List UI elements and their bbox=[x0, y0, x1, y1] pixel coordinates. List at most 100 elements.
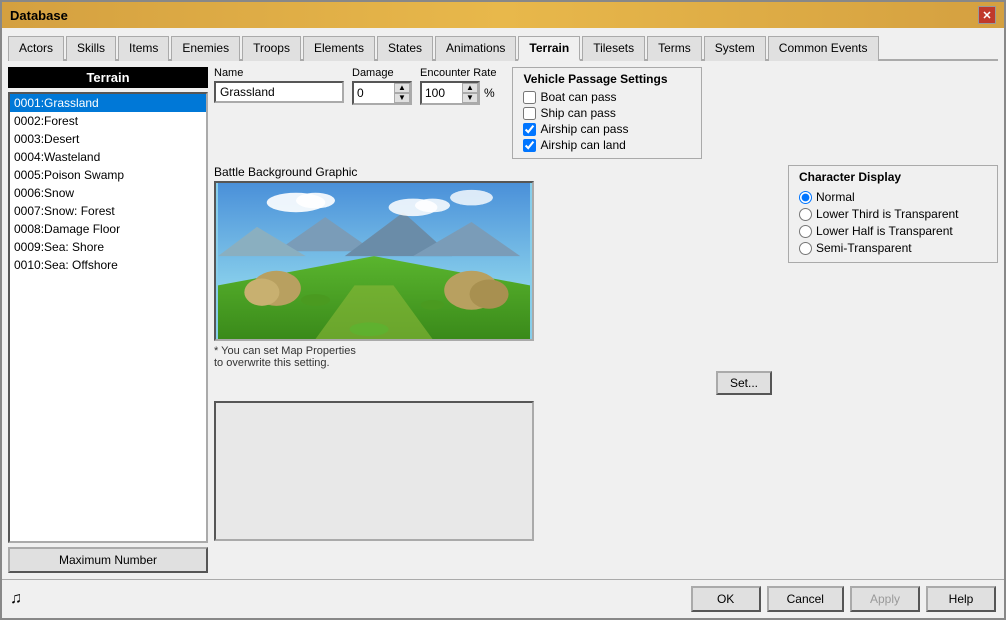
tab-items[interactable]: Items bbox=[118, 36, 169, 61]
right-panel: Name Damage ▲ ▼ bbox=[214, 67, 998, 573]
tab-common-events[interactable]: Common Events bbox=[768, 36, 879, 61]
ok-button[interactable]: OK bbox=[691, 586, 761, 612]
list-item[interactable]: 0007:Snow: Forest bbox=[10, 202, 206, 220]
radio-lower-third[interactable] bbox=[799, 208, 812, 221]
encounter-rate-row: ▲ ▼ % bbox=[420, 81, 496, 105]
encounter-rate-suffix: % bbox=[484, 86, 495, 100]
radio-lower-third-row: Lower Third is Transparent bbox=[799, 207, 987, 221]
radio-lower-half-row: Lower Half is Transparent bbox=[799, 224, 987, 238]
airship-can-pass-checkbox[interactable] bbox=[523, 123, 536, 136]
character-display-section: Character Display Normal Lower Third is … bbox=[788, 165, 998, 263]
name-group: Name bbox=[214, 67, 344, 103]
encounter-rate-input[interactable] bbox=[422, 85, 462, 101]
boat-can-pass-row: Boat can pass bbox=[523, 90, 691, 104]
radio-normal[interactable] bbox=[799, 191, 812, 204]
list-item[interactable]: 0003:Desert bbox=[10, 130, 206, 148]
radio-semi-transparent[interactable] bbox=[799, 242, 812, 255]
middle-section: Battle Background Graphic bbox=[214, 165, 998, 541]
vehicle-passage-section: Vehicle Passage Settings Boat can pass S… bbox=[512, 67, 702, 159]
battle-background-image[interactable] bbox=[214, 181, 534, 341]
name-label: Name bbox=[214, 67, 344, 79]
battle-background-hint: * You can set Map Propertiesto overwrite… bbox=[214, 345, 772, 369]
list-item[interactable]: 0004:Wasteland bbox=[10, 148, 206, 166]
bottom-bar: ♫ OK Cancel Apply Help bbox=[2, 579, 1004, 618]
damage-input[interactable] bbox=[354, 85, 394, 101]
encounter-rate-spinner: ▲ ▼ bbox=[420, 81, 480, 105]
airship-can-land-checkbox[interactable] bbox=[523, 139, 536, 152]
damage-label: Damage bbox=[352, 67, 412, 79]
damage-up-button[interactable]: ▲ bbox=[394, 83, 410, 93]
set-button[interactable]: Set... bbox=[716, 371, 772, 395]
radio-semi-transparent-label: Semi-Transparent bbox=[816, 241, 912, 255]
list-item[interactable]: 0002:Forest bbox=[10, 112, 206, 130]
list-item[interactable]: 0009:Sea: Shore bbox=[10, 238, 206, 256]
character-display-title: Character Display bbox=[799, 170, 987, 184]
tab-troops[interactable]: Troops bbox=[242, 36, 301, 61]
tab-elements[interactable]: Elements bbox=[303, 36, 375, 61]
boat-can-pass-label: Boat can pass bbox=[540, 90, 616, 104]
damage-spinner-buttons: ▲ ▼ bbox=[394, 83, 410, 103]
help-label: Help bbox=[949, 592, 974, 606]
encounter-rate-label: Encounter Rate bbox=[420, 67, 496, 79]
encounter-group: Encounter Rate ▲ ▼ % bbox=[420, 67, 496, 105]
cancel-label: Cancel bbox=[787, 592, 824, 606]
damage-group: Damage ▲ ▼ bbox=[352, 67, 412, 105]
airship-can-land-row: Airship can land bbox=[523, 138, 691, 152]
window-title: Database bbox=[10, 8, 68, 23]
music-icon-area: ♫ bbox=[10, 590, 22, 608]
tab-skills[interactable]: Skills bbox=[66, 36, 116, 61]
title-bar: Database ✕ bbox=[2, 2, 1004, 28]
top-section: Name Damage ▲ ▼ bbox=[214, 67, 998, 159]
close-button[interactable]: ✕ bbox=[978, 6, 996, 24]
airship-can-pass-label: Airship can pass bbox=[540, 122, 628, 136]
airship-can-pass-row: Airship can pass bbox=[523, 122, 691, 136]
radio-lower-half-label: Lower Half is Transparent bbox=[816, 224, 953, 238]
music-icon: ♫ bbox=[10, 590, 22, 607]
main-area: Terrain 0001:Grassland 0002:Forest 0003:… bbox=[8, 67, 998, 573]
boat-can-pass-checkbox[interactable] bbox=[523, 91, 536, 104]
tab-terms[interactable]: Terms bbox=[647, 36, 702, 61]
tab-actors[interactable]: Actors bbox=[8, 36, 64, 61]
left-panel: Terrain 0001:Grassland 0002:Forest 0003:… bbox=[8, 67, 208, 573]
battle-background-label: Battle Background Graphic bbox=[214, 165, 772, 179]
airship-can-land-label: Airship can land bbox=[540, 138, 625, 152]
damage-spinner: ▲ ▼ bbox=[352, 81, 412, 105]
max-number-button[interactable]: Maximum Number bbox=[8, 547, 208, 573]
terrain-list[interactable]: 0001:Grassland 0002:Forest 0003:Desert 0… bbox=[8, 92, 208, 543]
tab-enemies[interactable]: Enemies bbox=[171, 36, 240, 61]
vehicle-passage-title: Vehicle Passage Settings bbox=[523, 72, 691, 86]
radio-semi-transparent-row: Semi-Transparent bbox=[799, 241, 987, 255]
ok-label: OK bbox=[717, 592, 734, 606]
list-item[interactable]: 0005:Poison Swamp bbox=[10, 166, 206, 184]
help-button[interactable]: Help bbox=[926, 586, 996, 612]
ship-can-pass-checkbox[interactable] bbox=[523, 107, 536, 120]
apply-label: Apply bbox=[870, 592, 900, 606]
tab-bar: Actors Skills Items Enemies Troops Eleme… bbox=[8, 34, 998, 61]
tab-animations[interactable]: Animations bbox=[435, 36, 516, 61]
encounter-rate-up-button[interactable]: ▲ bbox=[462, 83, 478, 93]
tab-tilesets[interactable]: Tilesets bbox=[582, 36, 645, 61]
content-area: Actors Skills Items Enemies Troops Eleme… bbox=[2, 28, 1004, 579]
encounter-rate-spinner-buttons: ▲ ▼ bbox=[462, 83, 478, 103]
radio-normal-row: Normal bbox=[799, 190, 987, 204]
radio-normal-label: Normal bbox=[816, 190, 855, 204]
radio-lower-third-label: Lower Third is Transparent bbox=[816, 207, 959, 221]
list-item[interactable]: 0006:Snow bbox=[10, 184, 206, 202]
encounter-rate-down-button[interactable]: ▼ bbox=[462, 93, 478, 103]
damage-down-button[interactable]: ▼ bbox=[394, 93, 410, 103]
radio-lower-half[interactable] bbox=[799, 225, 812, 238]
ship-can-pass-row: Ship can pass bbox=[523, 106, 691, 120]
second-background-box[interactable] bbox=[214, 401, 534, 541]
cancel-button[interactable]: Cancel bbox=[767, 586, 844, 612]
tab-states[interactable]: States bbox=[377, 36, 433, 61]
tab-system[interactable]: System bbox=[704, 36, 766, 61]
tab-terrain[interactable]: Terrain bbox=[518, 36, 580, 61]
apply-button[interactable]: Apply bbox=[850, 586, 920, 612]
list-item[interactable]: 0008:Damage Floor bbox=[10, 220, 206, 238]
set-btn-row: Set... bbox=[214, 371, 772, 395]
list-item[interactable]: 0001:Grassland bbox=[10, 94, 206, 112]
main-window: Database ✕ Actors Skills Items Enemies T… bbox=[0, 0, 1006, 620]
name-input[interactable] bbox=[214, 81, 344, 103]
battle-background-area: Battle Background Graphic bbox=[214, 165, 772, 541]
list-item[interactable]: 0010:Sea: Offshore bbox=[10, 256, 206, 274]
